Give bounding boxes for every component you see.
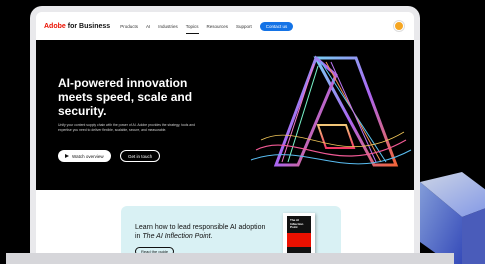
book-title: The AI Inflection Point — [290, 218, 304, 230]
contact-us-button[interactable]: Contact us — [259, 21, 294, 31]
laptop-base — [6, 253, 454, 264]
avatar[interactable] — [394, 21, 404, 31]
book-red-band — [287, 233, 311, 247]
scene: Adobe for Business Products AI Industrie… — [0, 0, 485, 264]
nav-link-ai[interactable]: AI — [146, 24, 150, 29]
brand-suffix: for Business — [67, 22, 111, 30]
get-in-touch-button[interactable]: Get in touch — [120, 150, 161, 162]
promo-text-emphasis: The AI Inflection Point — [142, 233, 211, 240]
hero-body: Unify your content supply chain with the… — [58, 123, 195, 132]
play-icon — [65, 154, 69, 158]
brand-logo[interactable]: Adobe for Business — [44, 23, 110, 30]
browser-screen: Adobe for Business Products AI Industrie… — [36, 12, 414, 264]
nav-link-products[interactable]: Products — [120, 24, 138, 29]
nav-links: Products AI Industries Topics Resources … — [120, 24, 260, 34]
promo-card: Learn how to lead responsible AI adoptio… — [121, 206, 341, 260]
brand-adobe: Adobe — [44, 22, 66, 30]
nav-link-support[interactable]: Support — [236, 24, 252, 29]
laptop-frame: Adobe for Business Products AI Industrie… — [30, 6, 420, 264]
nav-link-topics[interactable]: Topics — [185, 24, 199, 34]
promo-text-suffix: . — [210, 233, 213, 240]
nav-link-industries[interactable]: Industries — [158, 24, 178, 29]
watch-label: Watch overview — [72, 153, 104, 159]
promo-headline: Learn how to lead responsible AI adoptio… — [135, 223, 270, 241]
top-nav: Adobe for Business Products AI Industrie… — [36, 12, 414, 40]
glass-cube-decoration — [420, 172, 485, 264]
hero-section: AI-powered innovation meets speed, scale… — [36, 40, 414, 190]
nav-link-resources[interactable]: Resources — [207, 24, 229, 29]
adobe-a-artwork — [250, 55, 412, 167]
watch-overview-button[interactable]: Watch overview — [58, 150, 111, 162]
hero-title: AI-powered innovation meets speed, scale… — [58, 76, 193, 118]
call-label: Get in touch — [128, 153, 153, 159]
